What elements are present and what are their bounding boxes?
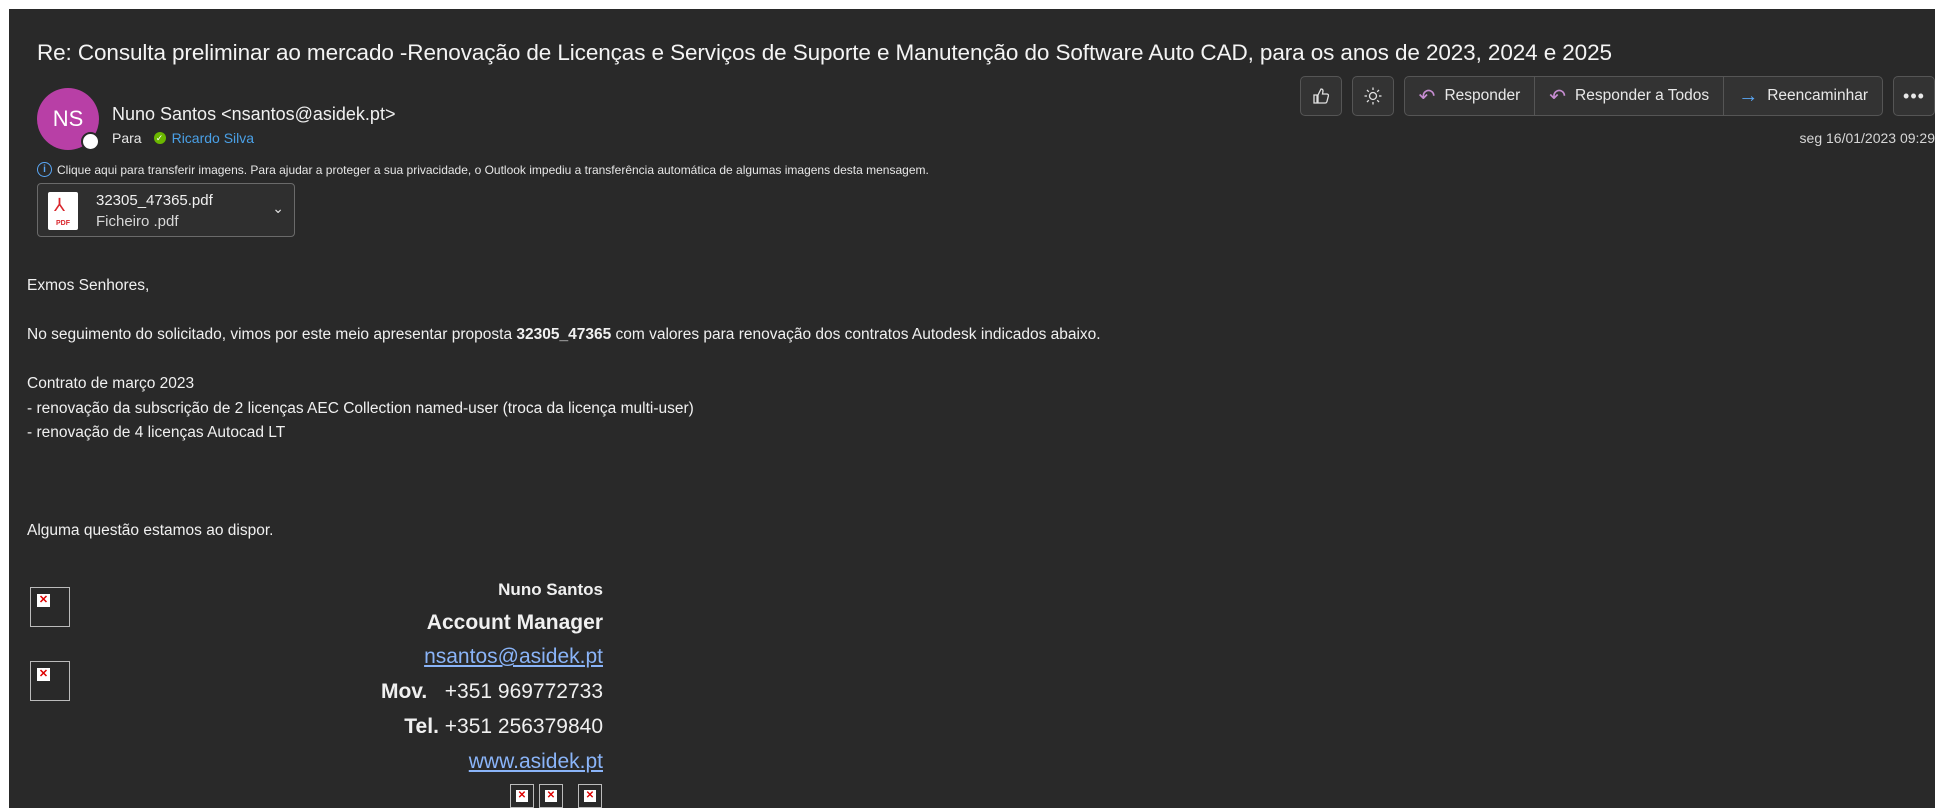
thumbs-up-icon — [1313, 88, 1329, 104]
reply-icon: ↶ — [1418, 85, 1436, 108]
reply-all-icon: ↶ — [1549, 85, 1567, 108]
more-icon: ••• — [1903, 85, 1925, 106]
attachment-filename: 32305_47365.pdf — [96, 192, 213, 209]
reply-all-button[interactable]: ↶ Responder a Todos — [1535, 77, 1725, 115]
infobar-text: Clique aqui para transferir imagens. Par… — [57, 162, 929, 177]
reply-all-label: Responder a Todos — [1575, 87, 1710, 104]
contract-line-2: - renovação de 4 licenças Autocad LT — [27, 424, 286, 441]
attachment-card[interactable]: ⅄ PDF 32305_47365.pdf Ficheiro .pdf ⌄ — [37, 183, 295, 237]
recipient-name[interactable]: Ricardo Silva — [172, 130, 254, 146]
immersive-reader-button[interactable] — [1351, 76, 1394, 116]
info-icon: i — [37, 162, 52, 177]
reply-button-group: ↶ Responder ↶ Responder a Todos → Reenca… — [1403, 76, 1883, 116]
signature-phone: Tel. +351 256379840 — [404, 715, 603, 738]
attachment-filetype: Ficheiro .pdf — [96, 213, 179, 230]
to-label: Para — [112, 130, 142, 146]
contract-title: Contrato de março 2023 — [27, 375, 195, 392]
blocked-image-placeholder[interactable]: ✕ — [578, 784, 602, 808]
more-actions-button[interactable]: ••• — [1893, 76, 1935, 116]
reply-label: Responder — [1444, 87, 1521, 104]
avatar-initials: NS — [52, 106, 84, 131]
pdf-file-icon: ⅄ PDF — [48, 192, 78, 230]
signature-name: Nuno Santos — [498, 580, 603, 599]
sender-name[interactable]: Nuno Santos <nsantos@asidek.pt> — [112, 104, 395, 125]
proposal-number: 32305_47365 — [516, 326, 612, 343]
blocked-image-placeholder[interactable]: ✕ — [539, 784, 563, 808]
signature-role: Account Manager — [426, 611, 603, 634]
greeting: Exmos Senhores, — [27, 277, 150, 294]
forward-button[interactable]: → Reencaminhar — [1724, 77, 1882, 115]
forward-icon: → — [1738, 84, 1759, 107]
intro-paragraph: No seguimento do solicitado, vimos por e… — [27, 326, 1101, 343]
signature-email-link[interactable]: nsantos@asidek.pt — [424, 645, 603, 669]
email-subject: Re: Consulta preliminar ao mercado -Reno… — [37, 40, 1612, 65]
signature-website-link[interactable]: www.asidek.pt — [469, 750, 603, 774]
message-toolbar: ↶ Responder ↶ Responder a Todos → Reenca… — [1299, 76, 1935, 116]
like-button[interactable] — [1299, 76, 1342, 116]
recipients-row: Para ✓ Ricardo Silva — [112, 130, 254, 146]
reply-button[interactable]: ↶ Responder — [1405, 77, 1536, 115]
presence-status-icon — [81, 132, 100, 151]
blocked-images-infobar[interactable]: i Clique aqui para transferir imagens. P… — [37, 162, 929, 177]
chevron-down-icon[interactable]: ⌄ — [272, 200, 284, 217]
blocked-image-placeholder[interactable]: ✕ — [30, 587, 70, 627]
forward-label: Reencaminhar — [1767, 87, 1868, 104]
blocked-image-placeholder[interactable]: ✕ — [30, 661, 70, 701]
presence-available-icon: ✓ — [153, 132, 166, 144]
closing-line: Alguma questão estamos ao dispor. — [27, 522, 274, 539]
signature-mobile: Mov. +351 969772733 — [380, 680, 603, 703]
blocked-image-placeholder[interactable]: ✕ — [510, 784, 534, 808]
sun-icon — [1364, 87, 1382, 105]
received-date: seg 16/01/2023 09:29 — [1799, 130, 1935, 146]
contract-line-1: - renovação da subscrição de 2 licenças … — [27, 400, 694, 417]
email-reading-pane: Re: Consulta preliminar ao mercado -Reno… — [9, 9, 1935, 808]
